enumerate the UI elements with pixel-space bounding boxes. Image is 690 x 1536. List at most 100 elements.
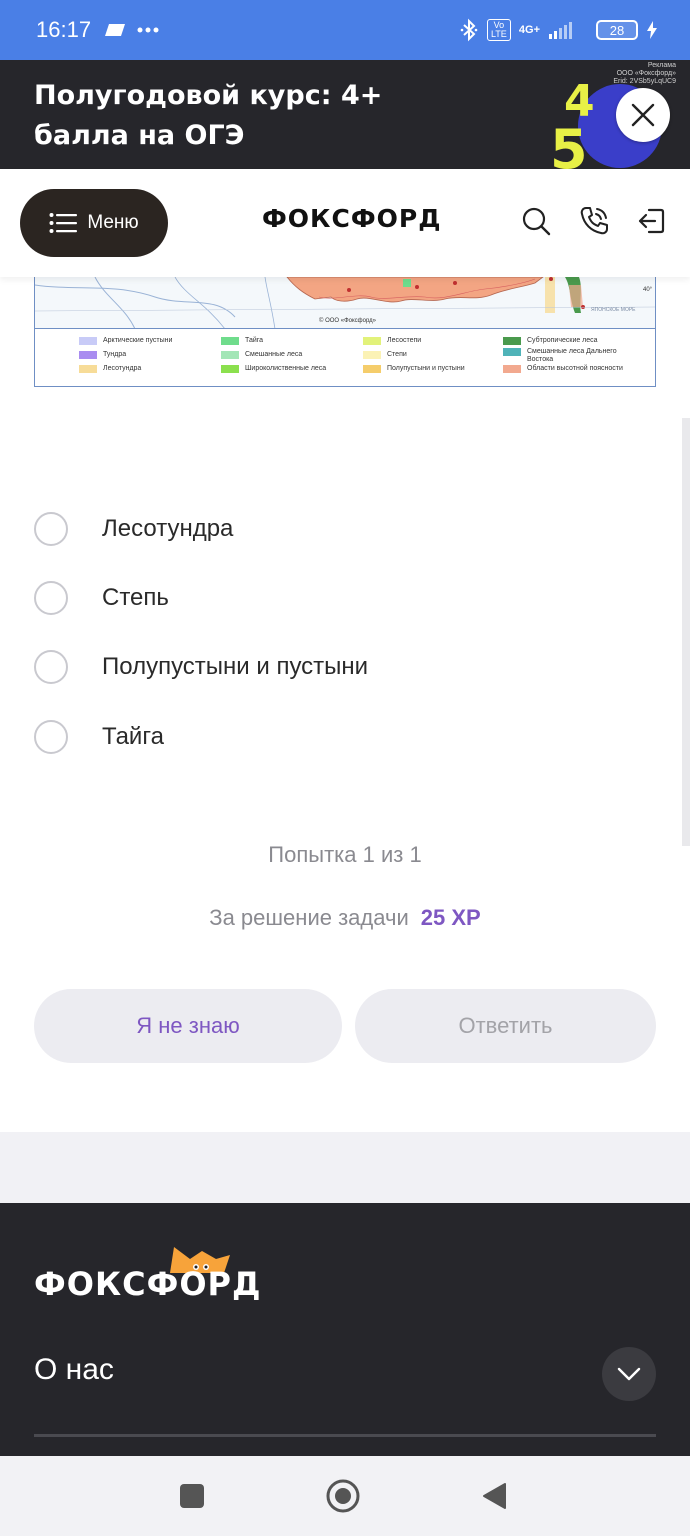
menu-label: Меню xyxy=(87,212,139,233)
ad-meta-erid: Erid: 2VSb5yLqUC9 xyxy=(613,78,676,85)
legend-label: Лесотундра xyxy=(103,365,142,372)
legend-label: Области высотной поясности xyxy=(527,365,623,372)
legend-swatch xyxy=(79,351,97,359)
login-icon xyxy=(638,208,665,234)
reward-xp: 25 XP xyxy=(420,905,481,930)
legend-label: Тундра xyxy=(103,351,127,358)
legend-swatch xyxy=(503,337,521,345)
radio-button[interactable] xyxy=(34,650,68,684)
charging-icon xyxy=(647,21,657,39)
battery-icon: 28 xyxy=(596,20,638,40)
home-button[interactable] xyxy=(325,1478,361,1514)
status-bar: 16:17 Vo LTE 4G+ 28 xyxy=(0,0,690,60)
recents-square-icon xyxy=(180,1484,204,1508)
map-area: © ООО «Фоксфорд» ЯПОНСКОЕ МОРЕ 40° xyxy=(35,277,655,329)
ad-title[interactable]: Полугодовой курс: 4+ балла на ОГЭ xyxy=(34,76,454,156)
ad-meta: Реклама ООО «Фоксфорд» Erid: 2VSb5yLqUC9 xyxy=(613,62,676,86)
hamburger-icon xyxy=(49,213,78,233)
answer-option[interactable]: Тайга xyxy=(34,717,164,757)
answer-option-label[interactable]: Тайга xyxy=(102,723,164,751)
answer-button[interactable]: Ответить xyxy=(355,989,656,1063)
legend-swatch xyxy=(503,365,521,373)
status-time: 16:17 xyxy=(36,17,92,42)
legend-label: Широколиственные леса xyxy=(245,365,327,372)
app-notification-icon xyxy=(105,24,126,36)
status-right-icons: Vo LTE 4G+ 28 xyxy=(459,0,658,60)
ad-close-button[interactable] xyxy=(616,88,670,142)
login-button[interactable] xyxy=(636,205,668,237)
legend-item: Смешанные леса Дальнего Востока xyxy=(503,348,623,364)
ad-banner[interactable]: Полугодовой курс: 4+ балла на ОГЭ 4 5 Ре… xyxy=(0,60,690,169)
legend-item: Смешанные леса xyxy=(221,351,302,359)
legend-swatch xyxy=(363,337,381,345)
legend-label: Тайга xyxy=(245,337,264,344)
radio-button[interactable] xyxy=(34,720,68,754)
ad-art-digit-5: 5 xyxy=(550,118,588,169)
attempt-counter: Попытка 1 из 1 xyxy=(268,842,422,867)
search-button[interactable] xyxy=(520,205,552,237)
footer-logo[interactable]: ФОКСФОРД xyxy=(34,1265,261,1303)
legend-swatch xyxy=(221,337,239,345)
legend-label: Смешанные леса Дальнего Востока xyxy=(527,348,617,363)
site-header: Меню ФОКСФОРД xyxy=(0,169,690,277)
legend-swatch xyxy=(79,365,97,373)
signal-icon xyxy=(549,22,572,39)
reward-line: За решение задачи 25 XP xyxy=(0,905,690,931)
legend-item: Арктические пустыни xyxy=(79,337,172,345)
answer-option[interactable]: Лесотундра xyxy=(34,509,233,549)
network-type: 4G+ xyxy=(518,24,540,36)
legend-swatch xyxy=(363,365,381,373)
radio-button[interactable] xyxy=(34,512,68,546)
footer: ФОКСФОРД О нас xyxy=(0,1203,690,1456)
answer-option-label[interactable]: Лесотундра xyxy=(102,515,233,543)
call-button[interactable] xyxy=(578,205,610,237)
legend-swatch xyxy=(79,337,97,345)
map-image: © ООО «Фоксфорд» ЯПОНСКОЕ МОРЕ 40° Аркти… xyxy=(34,277,656,387)
ad-meta-company: ООО «Фоксфорд» xyxy=(616,70,676,77)
battery-level: 28 xyxy=(609,22,625,38)
search-icon xyxy=(522,207,551,236)
legend-item: Области высотной поясности xyxy=(503,365,623,373)
about-section-title[interactable]: О нас xyxy=(34,1353,114,1387)
home-circle-icon xyxy=(326,1479,360,1513)
legend-item: Тайга xyxy=(221,337,263,345)
map-copyright: © ООО «Фоксфорд» xyxy=(319,318,376,324)
legend-item: Широколиственные леса xyxy=(221,365,326,373)
legend-label: Смешанные леса xyxy=(245,351,303,358)
dont-know-button[interactable]: Я не знаю xyxy=(34,989,342,1063)
legend-label: Полупустыни и пустыни xyxy=(387,365,465,372)
legend-item: Полупустыни и пустыни xyxy=(363,365,465,373)
answer-option-label[interactable]: Степь xyxy=(102,584,169,612)
legend-item: Тундра xyxy=(79,351,126,359)
legend-label: Степи xyxy=(387,351,407,358)
answer-option[interactable]: Степь xyxy=(34,578,169,618)
header-icons xyxy=(520,205,668,237)
page-scrollbar[interactable] xyxy=(682,418,690,846)
volte-badge: Vo LTE xyxy=(486,19,511,41)
radio-button[interactable] xyxy=(34,581,68,615)
about-expand-button[interactable] xyxy=(602,1347,656,1401)
back-button[interactable] xyxy=(476,1478,512,1514)
legend-item: Лесотундра xyxy=(79,365,141,373)
legend-item: Степи xyxy=(363,351,407,359)
recents-button[interactable] xyxy=(174,1478,210,1514)
reward-text: За решение задачи xyxy=(209,905,409,930)
site-logo[interactable]: ФОКСФОРД xyxy=(262,204,441,233)
section-separator xyxy=(0,1132,690,1203)
menu-button[interactable]: Меню xyxy=(20,189,168,257)
legend-swatch xyxy=(363,351,381,359)
ad-meta-label: Реклама xyxy=(647,62,676,69)
answer-option[interactable]: Полупустыни и пустыни xyxy=(34,647,368,687)
legend-item: Лесостепи xyxy=(363,337,421,345)
phone-icon xyxy=(580,207,608,235)
legend-label: Субтропические леса xyxy=(527,337,598,344)
bluetooth-icon xyxy=(460,18,478,42)
legend-swatch xyxy=(503,348,521,356)
map-degree-label: 40° xyxy=(643,287,653,293)
map-sea-label: ЯПОНСКОЕ МОРЕ xyxy=(591,307,636,313)
back-triangle-icon xyxy=(483,1483,506,1509)
answer-option-label[interactable]: Полупустыни и пустыни xyxy=(102,653,368,681)
legend-label: Лесостепи xyxy=(387,337,422,344)
footer-divider xyxy=(34,1434,656,1437)
close-icon xyxy=(631,103,655,127)
